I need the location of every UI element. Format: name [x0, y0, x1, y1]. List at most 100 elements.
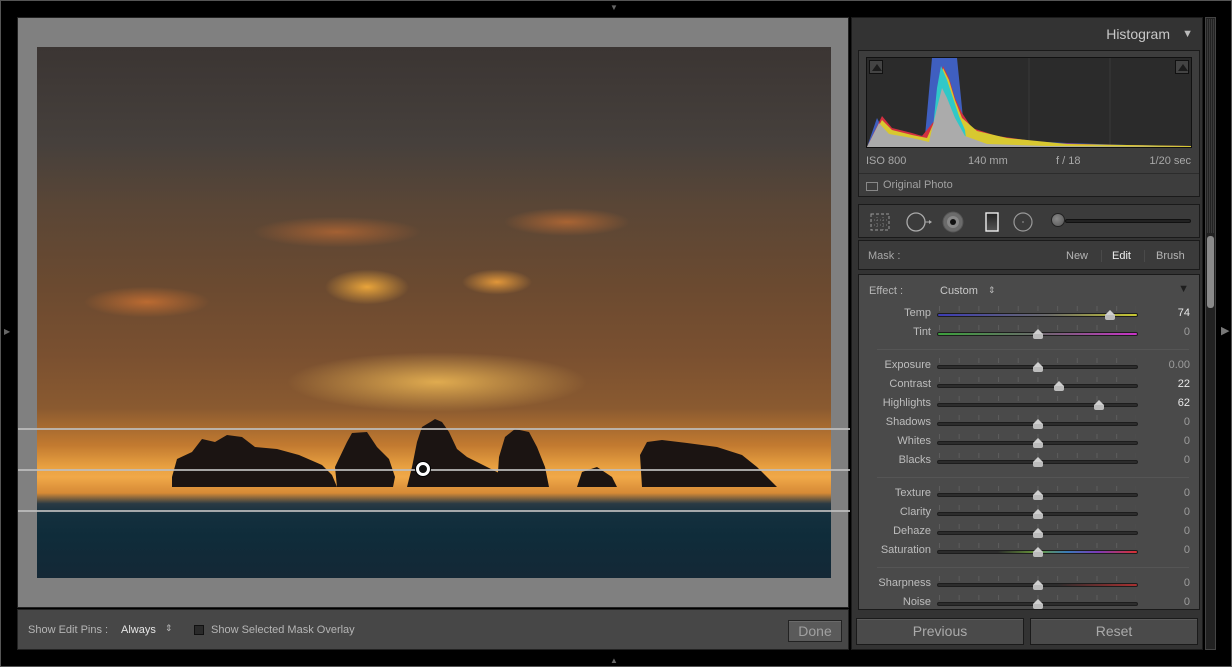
gradient-line-bottom[interactable]	[18, 510, 850, 512]
show-edit-pins-select[interactable]: Always	[121, 624, 156, 636]
slider-track[interactable]	[937, 384, 1138, 388]
effect-preset-select[interactable]: Custom	[940, 285, 978, 297]
original-photo-label[interactable]: Original Photo	[883, 179, 953, 191]
updown-arrows-icon[interactable]: ⇕	[988, 285, 996, 296]
slider-knob[interactable]	[1032, 329, 1043, 339]
effect-collapse-icon[interactable]: ▼	[1178, 283, 1189, 295]
slider-row-tint: Tint 0	[859, 324, 1199, 343]
highlight-clipping-toggle[interactable]	[1175, 60, 1189, 74]
collapse-triangle-icon[interactable]: ▼	[1182, 28, 1193, 40]
divider	[1101, 250, 1102, 262]
slider-row-exposure: Exposure 0.00	[859, 357, 1199, 376]
slider-knob[interactable]	[1032, 547, 1043, 557]
divider	[859, 173, 1199, 174]
bottom-panel-toggle-icon[interactable]: ▲	[610, 657, 618, 665]
slider-label: Temp	[904, 307, 931, 319]
slider-knob[interactable]	[1093, 400, 1104, 410]
adjustment-brush-icon[interactable]	[1051, 213, 1065, 227]
slider-value[interactable]: 0	[1184, 326, 1190, 338]
slider-label: Contrast	[889, 378, 931, 390]
gradient-line-top[interactable]	[18, 428, 850, 430]
slider-row-shadows: Shadows 0	[859, 414, 1199, 433]
slider-knob[interactable]	[1105, 310, 1116, 320]
slider-value[interactable]: 0.00	[1169, 359, 1190, 371]
spot-removal-icon[interactable]	[905, 211, 933, 233]
right-panel-toggle-icon[interactable]: ▶	[1221, 326, 1229, 337]
histogram-panel: ISO 800 140 mm f / 18 1/20 sec Original …	[858, 50, 1200, 197]
slider-knob[interactable]	[1032, 580, 1043, 590]
slider-value[interactable]: 0	[1184, 487, 1190, 499]
slider-knob[interactable]	[1032, 509, 1043, 519]
slider-knob[interactable]	[1032, 438, 1043, 448]
histogram-title[interactable]: Histogram	[1106, 26, 1170, 42]
done-button[interactable]: Done	[788, 620, 842, 642]
slider-knob[interactable]	[1032, 490, 1043, 500]
exif-focal-length: 140 mm	[968, 155, 1008, 167]
tool-amount-slider[interactable]	[1065, 219, 1191, 223]
slider-track[interactable]	[937, 403, 1138, 407]
scroll-thumb[interactable]	[1207, 236, 1214, 308]
slider-ticks	[939, 377, 1136, 382]
slider-knob[interactable]	[1032, 419, 1043, 429]
mask-edit-button[interactable]: Edit	[1112, 250, 1131, 262]
right-panel-scrollbar[interactable]	[1205, 17, 1216, 650]
slider-value[interactable]: 0	[1184, 577, 1190, 589]
effect-panel: Effect : Custom ⇕ ▼ Temp 74 Tint 0 Exposure 0…	[858, 274, 1200, 610]
updown-arrows-icon[interactable]: ⇕	[165, 623, 173, 634]
slider-knob[interactable]	[1032, 599, 1043, 609]
edit-pin[interactable]	[416, 462, 430, 476]
slider-value[interactable]: 0	[1184, 544, 1190, 556]
slider-label: Highlights	[882, 397, 931, 409]
top-panel-toggle-icon[interactable]: ▼	[610, 4, 618, 12]
slider-row-dehaze: Dehaze 0	[859, 523, 1199, 542]
graduated-filter-icon[interactable]	[981, 211, 1003, 233]
mask-new-button[interactable]: New	[1066, 250, 1088, 262]
divider	[877, 567, 1189, 568]
slider-value[interactable]: 22	[1178, 378, 1190, 390]
gradient-line-center[interactable]	[18, 469, 850, 471]
slider-value[interactable]: 0	[1184, 435, 1190, 447]
histogram-graph[interactable]	[866, 57, 1192, 148]
slider-value[interactable]: 0	[1184, 525, 1190, 537]
slider-label: Sharpness	[878, 577, 931, 589]
divider	[1144, 250, 1145, 262]
radial-filter-icon[interactable]	[1012, 211, 1034, 233]
red-eye-icon[interactable]	[942, 211, 964, 233]
slider-row-sharpness: Sharpness 0	[859, 575, 1199, 594]
app-window: ▼ ▲ ▶ ▶ Show Edit Pins : Always ⇕ Show S…	[0, 0, 1232, 667]
slider-row-contrast: Contrast 22	[859, 376, 1199, 395]
reset-button[interactable]: Reset	[1030, 618, 1198, 645]
crop-overlay-icon[interactable]	[869, 211, 891, 233]
slider-value[interactable]: 0	[1184, 596, 1190, 608]
shadow-clipping-toggle[interactable]	[869, 60, 883, 74]
left-panel-toggle-icon[interactable]: ▶	[4, 328, 10, 336]
slider-knob[interactable]	[1032, 457, 1043, 467]
slider-value[interactable]: 62	[1178, 397, 1190, 409]
slider-value[interactable]: 0	[1184, 506, 1190, 518]
slider-ticks	[939, 396, 1136, 401]
slider-row-highlights: Highlights 62	[859, 395, 1199, 414]
mask-overlay-checkbox[interactable]	[194, 625, 204, 635]
slider-value[interactable]: 74	[1178, 307, 1190, 319]
slider-label: Saturation	[880, 544, 931, 556]
slider-value[interactable]: 0	[1184, 454, 1190, 466]
slider-label: Clarity	[899, 506, 931, 518]
slider-label: Texture	[894, 487, 931, 499]
photo-work-area[interactable]	[17, 17, 850, 608]
mask-brush-button[interactable]: Brush	[1156, 250, 1185, 262]
photo-canvas[interactable]	[37, 47, 831, 578]
slider-row-blacks: Blacks 0	[859, 452, 1199, 471]
slider-knob[interactable]	[1054, 381, 1065, 391]
effect-label: Effect :	[869, 285, 904, 297]
slider-label: Tint	[913, 326, 931, 338]
slider-knob[interactable]	[1032, 528, 1043, 538]
previous-button[interactable]: Previous	[856, 618, 1024, 645]
slider-value[interactable]: 0	[1184, 416, 1190, 428]
original-photo-checkbox[interactable]	[866, 182, 878, 191]
mask-bar: Mask : New Edit Brush	[858, 240, 1200, 270]
mask-overlay-label[interactable]: Show Selected Mask Overlay	[211, 624, 355, 636]
divider	[877, 349, 1189, 350]
slider-knob[interactable]	[1032, 362, 1043, 372]
slider-row-noise: Noise 0	[859, 594, 1199, 609]
tool-strip	[858, 204, 1200, 238]
